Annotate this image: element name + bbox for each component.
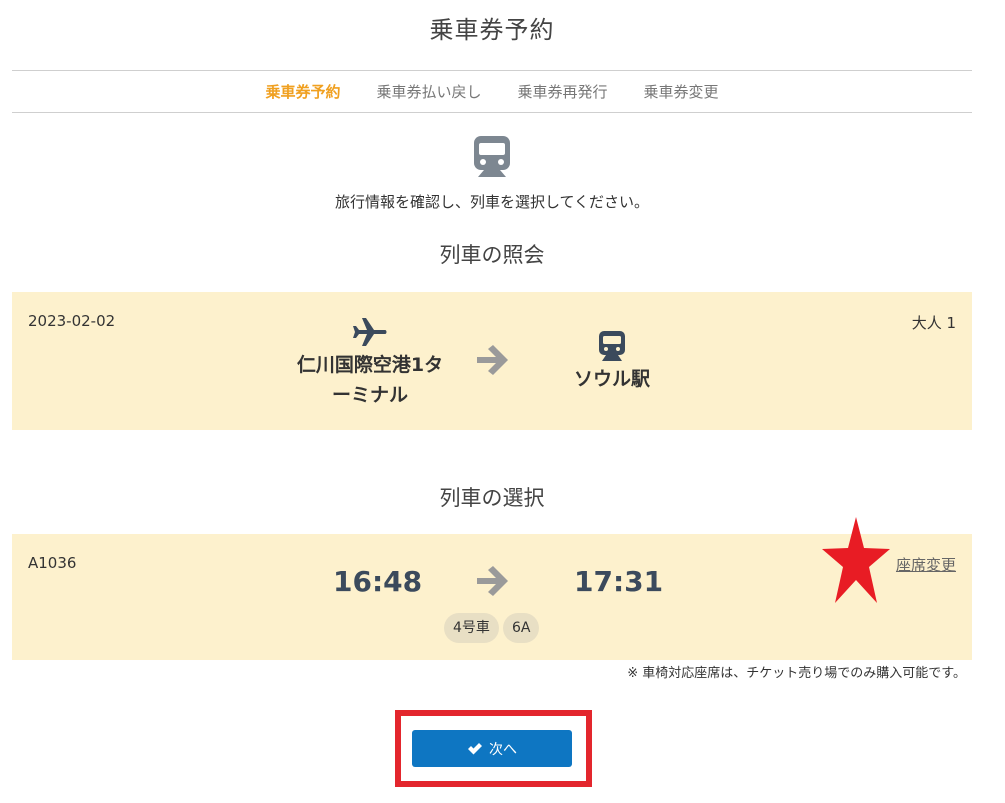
train-number: A1036 [28,554,77,572]
car-badge: 4号車 [444,613,499,643]
page: 乗車券予約 乗車券予約 乗車券払い戻し 乗車券再発行 乗車券変更 旅行情報を確認… [0,0,1005,803]
star-icon [822,517,890,603]
airplane-icon [353,318,387,346]
wheelchair-seat-note: ※ 車椅対応座席は、チケット売り場でのみ購入可能です。 [627,666,966,681]
origin-name-line2: ーミナル [331,384,408,406]
page-title: 乗車券予約 [429,16,555,44]
train-icon [599,331,625,361]
origin-name-line1: 仁川国際空港1タ [296,354,444,376]
instruction-text: 旅行情報を確認し、列車を選択してください。 [334,193,650,211]
passenger-count: 大人 1 [911,314,956,332]
next-button-label: 次へ [489,741,517,758]
check-icon [468,742,482,754]
inquiry-panel: 2023-02-02 大人 1 仁川国際空港1タ ーミナル ソウル駅 [12,292,972,430]
arrow-right-icon [477,345,508,375]
tab-change[interactable]: 乗車券変更 [644,81,719,102]
destination-name: ソウル駅 [573,368,650,390]
seat-badge: 6A [503,613,540,643]
tab-reissue[interactable]: 乗車券再発行 [518,81,608,102]
tab-bar: 乗車券予約 乗車券払い戻し 乗車券再発行 乗車券変更 [12,70,972,113]
arrival-time: 17:31 [574,565,664,598]
departure-time: 16:48 [333,565,423,598]
next-button[interactable]: 次へ [412,730,572,767]
seat-change-link[interactable]: 座席変更 [896,554,956,575]
selection-section-title: 列車の選択 [439,486,545,510]
travel-date: 2023-02-02 [28,312,116,330]
tab-refund[interactable]: 乗車券払い戻し [376,81,481,102]
arrow-right-icon [477,566,508,596]
train-icon [474,136,510,177]
origin-station: 仁川国際空港1タ ーミナル [290,316,450,410]
tab-reservation[interactable]: 乗車券予約 [265,81,340,102]
destination-station: ソウル駅 [552,330,672,394]
inquiry-section-title: 列車の照会 [439,243,545,267]
